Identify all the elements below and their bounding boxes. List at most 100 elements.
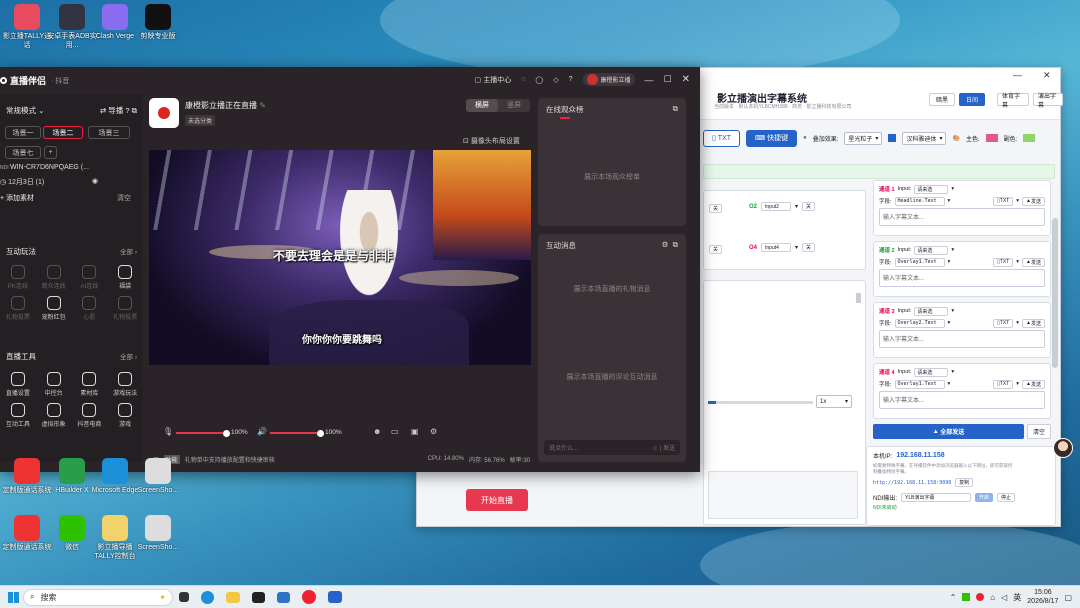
right-scrollbar[interactable]	[1052, 218, 1058, 368]
subtitle-taskbar-icon[interactable]	[328, 591, 342, 603]
emoji-icon[interactable]: ☺	[652, 446, 658, 452]
beauty-icon[interactable]: ☻	[373, 427, 381, 436]
channel-text-input[interactable]: 输入字幕文本...	[879, 330, 1045, 348]
interact-item[interactable]: PK连线	[0, 265, 36, 290]
font-select[interactable]: 汉科雅迪体 ▾	[902, 131, 947, 145]
eye-icon[interactable]: ◉	[92, 177, 98, 187]
mic-icon[interactable]: 🎙	[163, 427, 173, 436]
tool-item[interactable]: 直播设置	[0, 372, 36, 397]
channel-input-select[interactable]: 请来选	[914, 306, 949, 316]
screen-icon[interactable]: ▭	[391, 427, 399, 436]
close-icon[interactable]: ✕	[682, 74, 690, 85]
sub-color-swatch[interactable]	[1023, 134, 1036, 142]
clock[interactable]: 15:06 2026/8/17	[1027, 588, 1058, 606]
copy-button[interactable]: 复制	[955, 478, 974, 487]
ndi-name-input[interactable]: YLB演出字幕	[901, 493, 972, 502]
channel-txt-button[interactable]: ▯ TXT	[993, 257, 1014, 267]
notification-icon[interactable]: ▢	[1064, 593, 1072, 602]
edit-icon[interactable]: ✎	[259, 101, 266, 110]
channel-text-input[interactable]: 输入字幕文本...	[879, 391, 1045, 409]
interact-item[interactable]: 礼物投票	[107, 296, 143, 321]
channel-text-input[interactable]: 输入字幕文本...	[879, 208, 1045, 226]
desktop-icon[interactable]: ScreenSho...	[133, 515, 183, 552]
input-language[interactable]: 英	[1013, 592, 1021, 603]
tool-item[interactable]: 虚拟形象	[36, 403, 72, 428]
maximize-icon[interactable]: ☐	[664, 74, 672, 85]
theme-light-button[interactable]: 暗黑	[929, 93, 955, 106]
txt-button[interactable]: ▯ TXT	[703, 129, 741, 147]
channel-txt-button[interactable]: ▯ TXT	[993, 196, 1014, 206]
speaker-volume-slider[interactable]	[270, 429, 324, 437]
tools-all-link[interactable]: 全部 ›	[120, 351, 137, 361]
channel-field-select[interactable]: Overlay1.Text	[894, 257, 945, 267]
desktop-icon[interactable]: 剪映专业版	[133, 4, 183, 41]
scene-chip[interactable]: 场景三	[88, 126, 130, 139]
channel-txt-button[interactable]: ▯ TXT	[993, 318, 1014, 328]
ndi-stop-button[interactable]: 停止	[997, 493, 1016, 502]
channel-send-button[interactable]: ▲ 发送	[1022, 379, 1045, 389]
host-center-link[interactable]: ▢ 主播中心	[475, 75, 512, 85]
floating-assistant-avatar[interactable]	[1053, 438, 1073, 458]
camera-icon[interactable]: ▣	[411, 427, 419, 436]
explorer-taskbar-icon[interactable]	[226, 591, 240, 603]
start-live-button[interactable]: 开始直播	[466, 489, 528, 511]
theme-dark-button[interactable]: 日间	[959, 93, 985, 106]
tool-item[interactable]: 互动工具	[0, 403, 36, 428]
speaker-icon[interactable]: 🔊	[257, 427, 267, 436]
interact-item[interactable]: 礼物投票	[0, 296, 36, 321]
edge-taskbar-icon[interactable]	[201, 590, 214, 604]
stream-preview[interactable]: 不要去理会是是与非非 你你你你要跳舞吗	[149, 150, 531, 365]
desktop-icon[interactable]: 影立播TALLY通话	[2, 4, 52, 50]
source-date[interactable]: ◷ 12月3日 (1)	[0, 177, 44, 187]
channel-input-select[interactable]: 请来选	[914, 367, 949, 377]
tab-sports-subtitle[interactable]: 体育字幕	[997, 93, 1029, 109]
desktop-icon[interactable]: 定制版通话系统	[2, 458, 52, 495]
ndi-start-button[interactable]: 开启	[975, 493, 994, 502]
source-name[interactable]: WIN-CR7D6NPQAEG (...	[10, 164, 89, 171]
help-icon[interactable]: ?	[569, 76, 573, 83]
speed-select[interactable]: 1x ▾	[816, 395, 852, 408]
channel-input-select[interactable]: 请来选	[914, 245, 949, 255]
add-material-button[interactable]: + 添加素材	[0, 193, 34, 203]
interact-item[interactable]: 观众连线	[36, 265, 72, 290]
add-scene-button[interactable]: +	[44, 146, 57, 159]
channel-send-button[interactable]: ▲ 发送	[1022, 196, 1045, 206]
clear-all-button[interactable]: 清空	[1027, 424, 1051, 439]
channel-txt-button[interactable]: ▯ TXT	[993, 379, 1014, 389]
app-tray-icon[interactable]	[976, 593, 985, 601]
close-icon[interactable]: ✕	[1043, 70, 1051, 81]
channel-field-select[interactable]: Overlay1.Text	[894, 379, 945, 389]
minimize-icon[interactable]: —	[1013, 70, 1022, 80]
url-link[interactable]: http://192.168.11.158:9090	[873, 480, 951, 486]
output-input-select[interactable]: Input4	[761, 243, 792, 252]
scene-chip[interactable]: 场景一	[5, 126, 41, 139]
taskbar-search[interactable]: ⌕ 搜索 ✦	[23, 588, 173, 606]
notice-text[interactable]: 礼物单中支持播放配置和快捷审核	[185, 455, 275, 464]
speed-track[interactable]	[708, 401, 813, 404]
app-tray-icon[interactable]	[962, 593, 971, 601]
popout-icon[interactable]: ⧉	[673, 240, 678, 249]
clear-button[interactable]: 清空	[117, 193, 131, 203]
output-input-select[interactable]: Input2	[761, 202, 792, 211]
interact-item[interactable]: 福袋	[107, 265, 143, 290]
tool-item[interactable]: 中控台	[36, 372, 72, 397]
tool-item[interactable]: 游戏	[107, 403, 143, 428]
speaker-icon[interactable]: ◁	[1001, 593, 1007, 602]
channel-field-select[interactable]: Overlay2.Text	[894, 318, 945, 328]
layout-landscape-tab[interactable]: 横屏	[466, 99, 498, 112]
interact-all-link[interactable]: 全部 ›	[120, 246, 137, 256]
script-text-area[interactable]	[708, 471, 858, 519]
send-button[interactable]: 发送	[663, 446, 675, 452]
output-off-button[interactable]: 关	[802, 202, 816, 211]
message-input[interactable]: 说点什么... ☺ | 发送	[544, 440, 680, 455]
guide-button[interactable]: ⇄ 导播 ? ⧉	[100, 105, 137, 116]
desktop-icon[interactable]: ScreenSho...	[133, 458, 183, 495]
interact-item[interactable]: AI连线	[72, 265, 108, 290]
main-color-swatch[interactable]	[985, 134, 998, 142]
mode-select[interactable]: 常规模式 ⌄	[6, 105, 44, 116]
tool-item[interactable]: 抖音电商	[72, 403, 108, 428]
output-off-button[interactable]: 关	[802, 243, 816, 252]
user-pill[interactable]: 康橙影立播	[582, 73, 635, 86]
category-badge[interactable]: 未选分类	[185, 115, 216, 126]
box-icon[interactable]: ◇	[553, 76, 558, 84]
